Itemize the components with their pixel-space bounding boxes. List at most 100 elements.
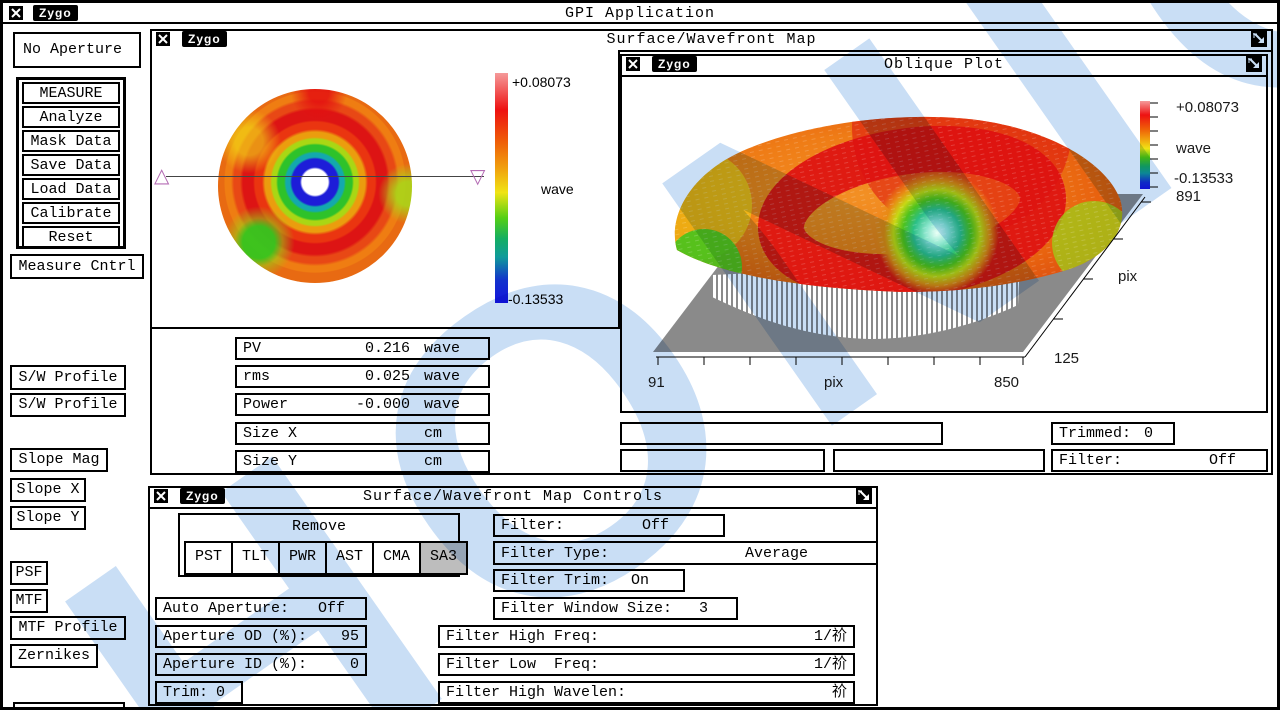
field-label: Aperture ID (%):	[163, 655, 307, 674]
slope-mag-button[interactable]: Slope Mag	[10, 448, 108, 472]
sw-profile-button-1[interactable]: S/W Profile	[10, 365, 126, 390]
gpi-application-window: Zygo GPI Application No Aperture MEASURE…	[0, 0, 1280, 710]
filter-window-size-field[interactable]: Filter Window Size:3	[493, 597, 738, 620]
stat-pv: PV0.216wave	[235, 337, 490, 360]
stat-size-x: Size Xcm	[235, 422, 490, 445]
trimmed-label: Trimmed:	[1059, 424, 1131, 443]
profile-line[interactable]	[166, 176, 484, 177]
field-value: 0	[350, 655, 359, 674]
x-axis-min-label: 91	[648, 374, 665, 391]
stat-label: Size X	[243, 424, 321, 443]
aperture-od-box: Aperture OD (%):	[620, 449, 825, 472]
filter-label: Filter:	[1059, 451, 1122, 470]
filter-low-freq-field[interactable]: Filter Low Freq: 1/祄	[438, 653, 855, 676]
field-value: 1/祄	[814, 655, 847, 674]
remove-pwr-button[interactable]: PWR	[278, 541, 327, 575]
psf-button[interactable]: PSF	[10, 561, 48, 585]
remove-group: Remove PST TLT PWR AST CMA SA3	[178, 513, 460, 577]
trim-field[interactable]: Trim: 0	[155, 681, 243, 704]
surface-map-plot-area: △ ▽ +0.08073 wave -0.13533	[152, 50, 620, 329]
trimmed-value: 0	[1144, 424, 1153, 443]
removed-value: PST TLT	[763, 444, 826, 445]
calibrate-button[interactable]: Calibrate	[22, 202, 120, 224]
remove-cma-button[interactable]: CMA	[372, 541, 421, 575]
mtf-profile-button[interactable]: MTF Profile	[10, 616, 126, 640]
remove-pst-button[interactable]: PST	[184, 541, 233, 575]
map-controls-window: Zygo Surface/Wavefront Map Controls Remo…	[148, 486, 878, 706]
field-value: Off	[642, 516, 669, 535]
controls-window-titlebar[interactable]: Zygo Surface/Wavefront Map Controls	[150, 488, 876, 509]
auto-aperture-field[interactable]: Auto Aperture:Off	[155, 597, 367, 620]
stat-label: Power	[243, 395, 321, 414]
measure-button[interactable]: MEASURE	[22, 82, 120, 104]
remove-group-label: Remove	[180, 518, 458, 535]
slope-x-button[interactable]: Slope X	[10, 478, 86, 502]
stat-unit: wave	[424, 339, 482, 358]
app-titlebar[interactable]: Zygo GPI Application	[3, 3, 1277, 24]
field-label: Filter Type:	[501, 544, 609, 563]
reset-button[interactable]: Reset	[22, 226, 120, 248]
filter-trim-field[interactable]: Filter Trim:On	[493, 569, 685, 592]
field-label: Trim:	[163, 683, 208, 702]
aperture-id-label: Aperture ID (%):	[895, 471, 1039, 472]
filter-status-box: Filter: Off	[1051, 449, 1268, 472]
map-window-titlebar[interactable]: Zygo Surface/Wavefront Map	[152, 31, 1271, 52]
field-value: 3	[699, 599, 708, 618]
analyze-button[interactable]: Analyze	[22, 106, 120, 128]
zernikes-button[interactable]: Zernikes	[10, 644, 98, 668]
field-value: Average	[745, 544, 808, 563]
slope-y-button[interactable]: Slope Y	[10, 506, 86, 530]
pushpin-icon[interactable]	[1246, 56, 1262, 72]
mtf-button[interactable]: MTF	[10, 589, 48, 613]
profile-marker-left-icon[interactable]: △	[154, 163, 169, 187]
stat-unit: cm	[424, 452, 482, 471]
save-data-button[interactable]: Save Data	[22, 154, 120, 176]
aperture-status-box[interactable]: No Aperture	[13, 32, 141, 68]
oblique-window-titlebar[interactable]: Zygo Oblique Plot	[622, 56, 1266, 77]
remove-sa3-button[interactable]: SA3	[419, 541, 468, 575]
mask-data-button[interactable]: Mask Data	[22, 130, 120, 152]
oblique-colorbar-units: wave	[1175, 140, 1211, 157]
pushpin-icon[interactable]	[1251, 31, 1267, 47]
stat-value: 0.216	[321, 339, 424, 358]
sw-profile-button-2[interactable]: S/W Profile	[10, 393, 126, 417]
field-value: 0	[216, 683, 225, 702]
load-data-button[interactable]: Load Data	[22, 178, 120, 200]
filter-high-freq-field[interactable]: Filter High Freq:1/祄	[438, 625, 855, 648]
stat-label: PV	[243, 339, 321, 358]
map-colorbar-max: +0.08073	[512, 74, 571, 90]
pushpin-icon[interactable]	[856, 488, 872, 504]
field-label: Filter Low Freq:	[446, 655, 599, 674]
remove-tlt-button[interactable]: TLT	[231, 541, 280, 575]
stat-value	[321, 424, 424, 443]
oblique-plot-window: Zygo Oblique Plot	[620, 54, 1268, 413]
stat-value: -0.000	[321, 395, 424, 414]
x-axis-label: pix	[824, 374, 844, 391]
field-value: 祄	[832, 683, 847, 702]
map-colorbar-units: wave	[541, 181, 574, 197]
removed-box: Removed: PST TLT	[620, 422, 943, 445]
filter-value: Off	[1209, 451, 1236, 470]
field-value: 95	[341, 627, 359, 646]
profile-marker-right-icon[interactable]: ▽	[470, 164, 485, 188]
aperture-od-field[interactable]: Aperture OD (%):95	[155, 625, 367, 648]
stat-unit: wave	[424, 367, 482, 386]
field-label: Filter High Wavelen:	[446, 683, 626, 702]
measure-cntrl-button[interactable]: Measure Cntrl	[10, 254, 144, 279]
filter-high-wavelen-field[interactable]: Filter High Wavelen: 祄	[438, 681, 855, 704]
field-label: Auto Aperture:	[163, 599, 289, 618]
aperture-id-field[interactable]: Aperture ID (%): 0	[155, 653, 367, 676]
depth-axis-max-label: 125	[1054, 350, 1079, 367]
filter-field[interactable]: Filter: Off	[493, 514, 725, 537]
oblique-plot-image: 91 pix 850 125 pix +0.08073 wave -0.1353…	[622, 75, 1266, 411]
stat-label: Size Y	[243, 452, 321, 471]
field-label: Filter:	[501, 516, 564, 535]
map-colorbar-min: -0.13533	[508, 291, 563, 307]
oblique-colorbar-count: 891	[1176, 188, 1201, 205]
surface-map-image	[218, 89, 412, 283]
stat-label: rms	[243, 367, 321, 386]
filter-type-field[interactable]: Filter Type: Average	[493, 541, 878, 565]
remove-ast-button[interactable]: AST	[325, 541, 374, 575]
oblique-colorbar-max: +0.08073	[1176, 99, 1239, 116]
measure-button-group: MEASURE Analyze Mask Data Save Data Load…	[16, 77, 126, 249]
